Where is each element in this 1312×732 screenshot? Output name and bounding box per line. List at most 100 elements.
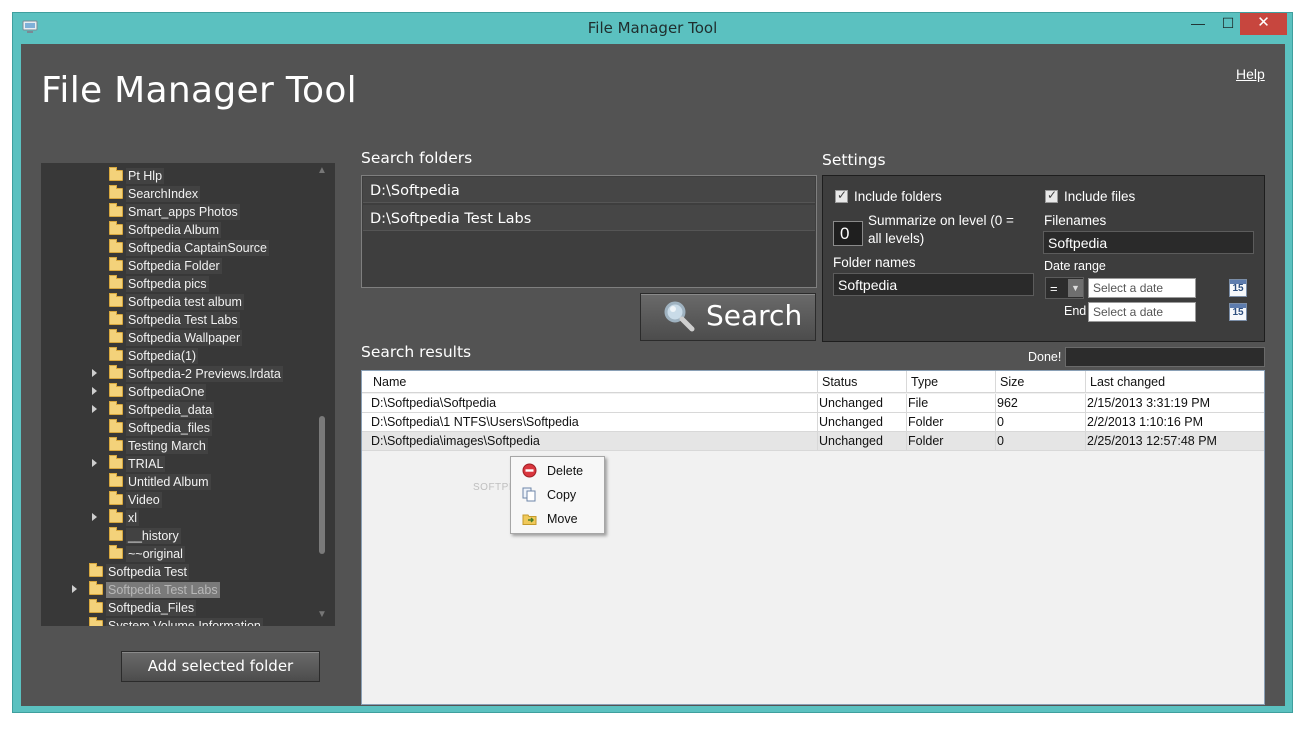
title-bar[interactable]: File Manager Tool — ☐ ✕	[13, 13, 1292, 43]
tree-item[interactable]: Untitled Album	[109, 473, 211, 490]
list-item[interactable]: D:\Softpedia	[363, 177, 815, 203]
calendar-icon[interactable]: 15	[1229, 303, 1247, 321]
table-row[interactable]: D:\Softpedia\Softpedia Unchanged File 96…	[362, 394, 1264, 413]
app-window: File Manager Tool — ☐ ✕ File Manager Too…	[12, 12, 1293, 713]
calendar-icon[interactable]: 15	[1229, 279, 1247, 297]
folder-names-input[interactable]: Softpedia	[833, 273, 1034, 296]
filenames-input[interactable]: Softpedia	[1043, 231, 1254, 254]
minimize-button[interactable]: —	[1181, 13, 1215, 35]
cell-type: File	[904, 394, 996, 413]
end-date-input[interactable]: Select a date	[1088, 302, 1196, 322]
expand-arrow-icon[interactable]	[92, 459, 97, 467]
tree-item[interactable]: Softpedia_data	[109, 401, 215, 418]
add-selected-folder-button[interactable]: Add selected folder	[121, 651, 320, 682]
include-files-checkbox[interactable]	[1045, 188, 1058, 203]
tree-item[interactable]: Video	[109, 491, 162, 508]
folder-icon	[89, 563, 103, 577]
context-menu-copy[interactable]: Copy	[515, 484, 601, 506]
expand-arrow-icon[interactable]	[92, 405, 97, 413]
folder-icon	[89, 617, 103, 626]
column-header-name[interactable]: Name	[369, 371, 818, 393]
scroll-up-icon[interactable]: ▲	[317, 165, 327, 176]
tree-item[interactable]: Testing March	[109, 437, 208, 454]
scroll-thumb[interactable]	[319, 416, 325, 554]
column-header-type[interactable]: Type	[907, 371, 996, 393]
tree-item[interactable]: Softpedia_Files	[89, 599, 197, 616]
results-grid[interactable]: Name Status Type Size Last changed D:\So…	[361, 370, 1265, 705]
tree-item-label: ~~original	[126, 545, 185, 562]
tree-item-label: Softpedia Test Labs	[126, 311, 240, 328]
search-results-title: Search results	[361, 343, 472, 361]
tree-item[interactable]: Softpedia Test Labs	[89, 581, 220, 598]
tree-item[interactable]: Softpedia pics	[109, 275, 209, 292]
context-menu-label: Move	[547, 512, 578, 526]
tree-item[interactable]: Softpedia(1)	[109, 347, 199, 364]
column-header-last-changed[interactable]: Last changed	[1086, 371, 1264, 393]
tree-item[interactable]: System Volume Information	[89, 617, 263, 626]
tree-item[interactable]: Softpedia CaptainSource	[109, 239, 269, 256]
context-menu-delete[interactable]: Delete	[515, 460, 601, 482]
folder-icon	[109, 545, 123, 559]
column-header-status[interactable]: Status	[818, 371, 907, 393]
list-item[interactable]: D:\Softpedia Test Labs	[363, 205, 815, 231]
tree-item[interactable]: SoftpediaOne	[109, 383, 207, 400]
tree-item-label: SearchIndex	[126, 185, 201, 202]
tree-item[interactable]: Softpedia Wallpaper	[109, 329, 243, 346]
chevron-down-icon[interactable]: ▼	[1068, 279, 1083, 297]
summarize-level-input[interactable]: 0	[833, 221, 863, 246]
tree-item[interactable]: Softpedia Test Labs	[109, 311, 240, 328]
tree-item[interactable]: __history	[109, 527, 181, 544]
folder-tree[interactable]: Pt Hlp SearchIndex Smart_apps Photos Softpe…	[41, 163, 335, 626]
tree-item[interactable]: xl	[109, 509, 140, 526]
expand-arrow-icon[interactable]	[92, 369, 97, 377]
tree-item[interactable]: Softpedia_files	[109, 419, 213, 436]
start-date-input[interactable]: Select a date	[1088, 278, 1196, 298]
table-row[interactable]: D:\Softpedia\images\Softpedia Unchanged …	[362, 432, 1264, 451]
include-files-label: Include files	[1064, 189, 1136, 204]
delete-icon	[522, 463, 537, 478]
tree-item[interactable]: Softpedia Test	[89, 563, 189, 580]
tree-item-label: Softpedia_data	[126, 401, 215, 418]
expand-arrow-icon[interactable]	[92, 513, 97, 521]
cell-last-changed: 2/25/2013 12:57:48 PM	[1087, 434, 1217, 448]
tree-scrollbar[interactable]: ▲ ▼	[316, 163, 328, 626]
tree-item[interactable]: TRIAL	[109, 455, 166, 472]
cell-size: 0	[993, 413, 1086, 432]
tree-item-label: xl	[126, 509, 140, 526]
context-menu[interactable]: Delete Copy Move	[510, 456, 605, 534]
tree-item[interactable]: Pt Hlp	[109, 167, 165, 184]
copy-icon	[522, 487, 536, 502]
help-link[interactable]: Help	[1236, 66, 1265, 82]
folder-icon	[109, 347, 123, 361]
done-label: Done!	[1028, 350, 1062, 364]
tree-item-label: Softpedia test album	[126, 293, 244, 310]
tree-item[interactable]: Softpedia test album	[109, 293, 244, 310]
tree-item[interactable]: Softpedia Folder	[109, 257, 222, 274]
include-folders-checkbox[interactable]	[835, 188, 848, 203]
expand-arrow-icon[interactable]	[72, 585, 77, 593]
progress-bar	[1065, 347, 1265, 367]
tree-item-label: TRIAL	[126, 455, 166, 472]
search-folders-list[interactable]: D:\Softpedia D:\Softpedia Test Labs	[361, 175, 817, 288]
tree-item[interactable]: Softpedia Album	[109, 221, 222, 238]
date-operator-select[interactable]: = ▼	[1045, 277, 1084, 299]
settings-title: Settings	[822, 151, 886, 169]
folder-icon	[109, 203, 123, 217]
tree-item[interactable]: ~~original	[109, 545, 185, 562]
folder-icon	[109, 509, 123, 523]
column-header-size[interactable]: Size	[996, 371, 1086, 393]
tree-item-label: __history	[126, 527, 181, 544]
context-menu-move[interactable]: Move	[515, 508, 601, 530]
search-button[interactable]: Search	[640, 293, 816, 341]
folder-icon	[109, 311, 123, 325]
tree-item-label: Softpedia Test	[106, 563, 189, 580]
cell-name: D:\Softpedia\images\Softpedia	[367, 432, 818, 451]
tree-item[interactable]: Softpedia-2 Previews.lrdata	[109, 365, 283, 382]
tree-item[interactable]: SearchIndex	[109, 185, 201, 202]
close-button[interactable]: ✕	[1240, 13, 1287, 35]
table-row[interactable]: D:\Softpedia\1 NTFS\Users\Softpedia Unch…	[362, 413, 1264, 432]
expand-arrow-icon[interactable]	[92, 387, 97, 395]
scroll-down-icon[interactable]: ▼	[317, 609, 327, 620]
tree-item[interactable]: Smart_apps Photos	[109, 203, 240, 220]
cell-size: 962	[993, 394, 1086, 413]
